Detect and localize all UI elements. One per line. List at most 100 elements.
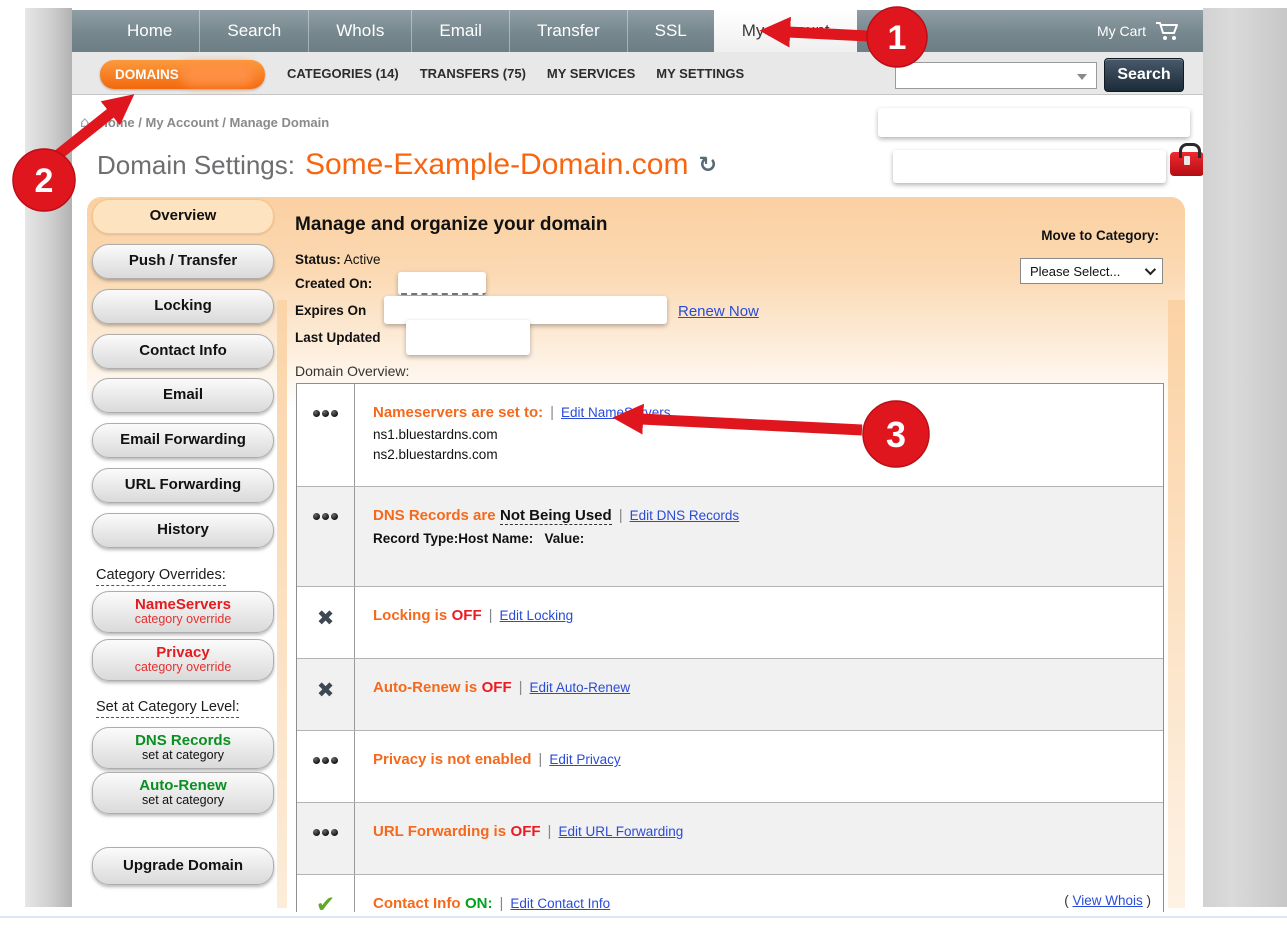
top-nav-tabs: HomeSearchWhoIsEmailTransferSSLMy Accoun… bbox=[100, 10, 857, 52]
category-select-value: Please Select... bbox=[1030, 264, 1120, 279]
my-cart-button[interactable]: My Cart bbox=[1097, 10, 1181, 52]
nameserver-value: ns1.bluestardns.com bbox=[373, 427, 1147, 442]
page-title-domain: Some-Example-Domain.com bbox=[305, 148, 688, 182]
row-title: DNS Records are bbox=[373, 507, 496, 524]
sidebar-item-email[interactable]: Email bbox=[92, 378, 274, 413]
panel-left-strip bbox=[277, 300, 287, 908]
nav-tab-ssl[interactable]: SSL bbox=[627, 10, 714, 52]
nav-tab-transfer[interactable]: Transfer bbox=[509, 10, 627, 52]
overview-row-icon-cell bbox=[297, 731, 355, 802]
status-line: Status: Active bbox=[295, 252, 381, 267]
row-status: OFF bbox=[511, 823, 541, 840]
domain-overview-label: Domain Overview: bbox=[295, 363, 409, 379]
sidebar-item-overview[interactable]: Overview bbox=[92, 199, 274, 234]
row-status: OFF bbox=[452, 607, 482, 624]
overview-row-content: Privacy is not enabled|Edit Privacy bbox=[355, 731, 1163, 802]
toolbox-icon[interactable] bbox=[1170, 152, 1203, 176]
nav-tab-home[interactable]: Home bbox=[100, 10, 199, 52]
row-status: Not Being Used bbox=[500, 507, 612, 525]
overview-row-contact-info: ✔Contact Info ON:|Edit Contact Info( Vie… bbox=[297, 874, 1163, 912]
overview-row-content: Nameservers are set to:|Edit NameServers… bbox=[355, 384, 1163, 486]
my-cart-label: My Cart bbox=[1097, 23, 1146, 39]
expires-line: Expires On bbox=[295, 303, 366, 318]
overview-row-content: Locking is OFF|Edit Locking bbox=[355, 587, 1163, 658]
edit-locking-link[interactable]: Edit Locking bbox=[500, 608, 574, 623]
breadcrumb-path[interactable]: Home / My Account / Manage Domain bbox=[99, 115, 330, 130]
sidebar-item-url-forwarding[interactable]: URL Forwarding bbox=[92, 468, 274, 503]
page: HomeSearchWhoIsEmailTransferSSLMy Accoun… bbox=[72, 0, 1203, 912]
redacted-domains-count bbox=[182, 63, 254, 86]
overview-row-icon-cell: ✖ bbox=[297, 659, 355, 730]
dots-icon bbox=[313, 410, 338, 486]
edit-privacy-link[interactable]: Edit Privacy bbox=[549, 752, 620, 767]
last-updated-label: Last Updated bbox=[295, 330, 381, 345]
overview-row-nameservers: Nameservers are set to:|Edit NameServers… bbox=[297, 384, 1163, 486]
move-to-category-label: Move to Category: bbox=[1041, 228, 1159, 243]
edit-dns-records-link[interactable]: Edit DNS Records bbox=[630, 508, 740, 523]
sidebar-item-privacy[interactable]: Privacycategory override bbox=[92, 639, 274, 681]
cart-icon bbox=[1155, 21, 1181, 41]
status-label: Status: bbox=[295, 252, 341, 267]
nameserver-value: ns2.bluestardns.com bbox=[373, 447, 1147, 462]
refresh-icon[interactable]: ↻ bbox=[698, 153, 716, 178]
overview-row-url-forwarding: URL Forwarding is OFF|Edit URL Forwardin… bbox=[297, 802, 1163, 874]
nav-tab-whois[interactable]: WhoIs bbox=[308, 10, 411, 52]
overview-row-auto-renew: ✖Auto-Renew is OFF|Edit Auto-Renew bbox=[297, 658, 1163, 730]
sidebar-item-contact-info[interactable]: Contact Info bbox=[92, 334, 274, 369]
last-updated-line: Last Updated bbox=[295, 330, 381, 345]
overview-row-icon-cell bbox=[297, 384, 355, 486]
nav-tab-search[interactable]: Search bbox=[199, 10, 308, 52]
combo-dropdown-arrow[interactable] bbox=[1077, 74, 1087, 80]
section-heading: Manage and organize your domain bbox=[295, 214, 608, 236]
edit-auto-renew-link[interactable]: Edit Auto-Renew bbox=[530, 680, 631, 695]
view-whois-link[interactable]: View Whois bbox=[1072, 893, 1142, 908]
subnav-items: CATEGORIES (14) TRANSFERS (75) MY SERVICES… bbox=[287, 52, 744, 95]
overview-row-content: DNS Records are Not Being Used|Edit DNS … bbox=[355, 487, 1163, 586]
sidebar-item-email-forwarding[interactable]: Email Forwarding bbox=[92, 423, 274, 458]
edit-contact-info-link[interactable]: Edit Contact Info bbox=[510, 896, 610, 911]
created-label: Created On: bbox=[295, 276, 372, 291]
sidebar-item-upgrade-domain[interactable]: Upgrade Domain bbox=[92, 847, 274, 885]
subnav-tab-my-settings[interactable]: MY SETTINGS bbox=[656, 66, 744, 81]
overview-row-privacy: Privacy is not enabled|Edit Privacy bbox=[297, 730, 1163, 802]
subnav-tab-my-services[interactable]: MY SERVICES bbox=[547, 66, 635, 81]
sidebar-item-push-transfer[interactable]: Push / Transfer bbox=[92, 244, 274, 279]
subnav-tab-domains[interactable]: DOMAINS bbox=[100, 60, 265, 89]
overview-row-content: Auto-Renew is OFF|Edit Auto-Renew bbox=[355, 659, 1163, 730]
redacted-updated-date bbox=[406, 320, 530, 355]
search-button[interactable]: Search bbox=[1104, 58, 1184, 92]
edit-url-forwarding-link[interactable]: Edit URL Forwarding bbox=[558, 824, 683, 839]
row-title: Privacy is not enabled bbox=[373, 751, 531, 768]
chevron-down-icon bbox=[1145, 264, 1156, 275]
top-navbar: HomeSearchWhoIsEmailTransferSSLMy Accoun… bbox=[72, 10, 1203, 52]
sidebar-item-dns-records[interactable]: DNS Recordsset at category bbox=[92, 727, 274, 769]
sidebar-item-history[interactable]: History bbox=[92, 513, 274, 548]
sidebar-item-nameservers[interactable]: NameServerscategory override bbox=[92, 591, 274, 633]
overview-row-content: Contact Info ON:|Edit Contact Info( View… bbox=[355, 875, 1163, 912]
domains-tab-label: DOMAINS bbox=[115, 67, 179, 82]
window-gutter-right bbox=[1203, 8, 1287, 907]
overview-row-dns-records: DNS Records are Not Being Used|Edit DNS … bbox=[297, 486, 1163, 586]
dns-record-columns: Record Type:Host Name: Value: bbox=[373, 531, 1147, 546]
edit-nameservers-link[interactable]: Edit NameServers bbox=[561, 405, 671, 420]
row-title: URL Forwarding is bbox=[373, 823, 506, 840]
cross-icon: ✖ bbox=[317, 606, 335, 658]
page-title: Domain Settings: Some-Example-Domain.com… bbox=[97, 148, 717, 182]
domain-overview-table: Nameservers are set to:|Edit NameServers… bbox=[296, 383, 1164, 912]
sidebar-item-auto-renew[interactable]: Auto-Renewset at category bbox=[92, 772, 274, 814]
window-gutter-left bbox=[25, 8, 72, 907]
category-select[interactable]: Please Select... bbox=[1020, 258, 1163, 284]
nav-tab-my-account[interactable]: My Account bbox=[714, 10, 857, 52]
row-status: ON: bbox=[465, 895, 493, 912]
sidebar-item-locking[interactable]: Locking bbox=[92, 289, 274, 324]
overview-row-content: URL Forwarding is OFF|Edit URL Forwardin… bbox=[355, 803, 1163, 874]
subnav-tab-categories-14[interactable]: CATEGORIES (14) bbox=[287, 66, 399, 81]
nav-tab-email[interactable]: Email bbox=[411, 10, 509, 52]
home-icon: ⌂ bbox=[80, 113, 90, 131]
renew-now-link[interactable]: Renew Now bbox=[678, 303, 759, 320]
status-value: Active bbox=[344, 252, 381, 267]
search-combobox[interactable] bbox=[895, 62, 1097, 89]
subnav-tab-transfers-75[interactable]: TRANSFERS (75) bbox=[420, 66, 526, 81]
viewport-bottom-divider bbox=[0, 916, 1287, 918]
redacted-box-top bbox=[878, 108, 1190, 137]
